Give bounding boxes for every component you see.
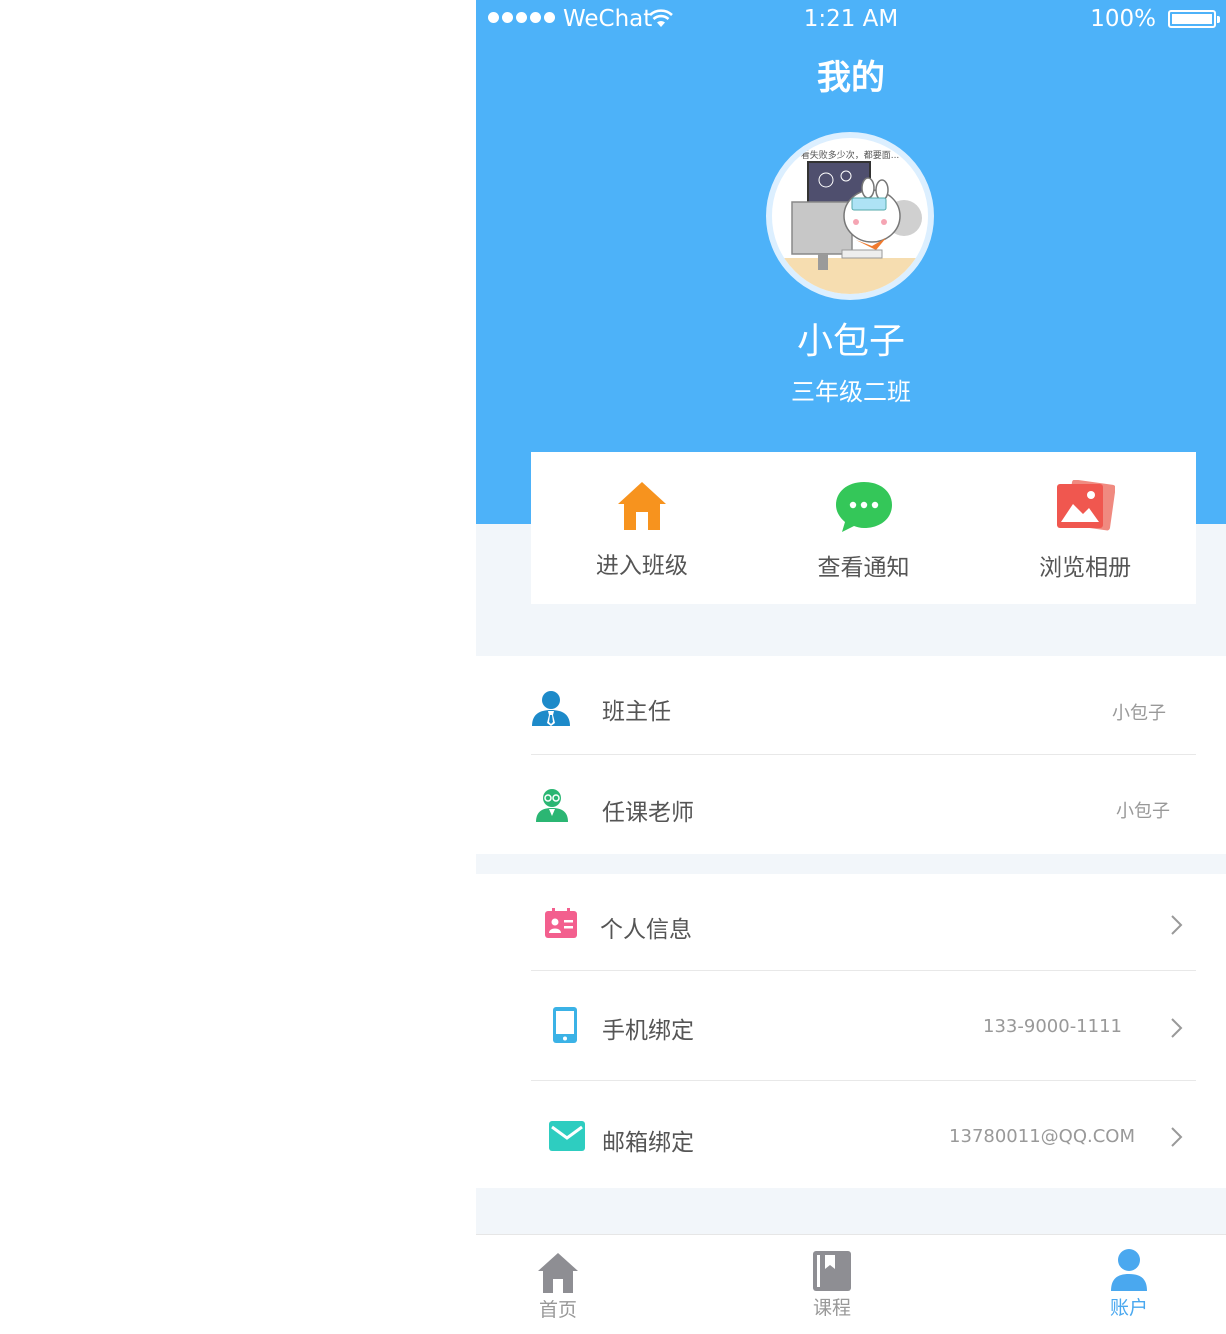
email-address: 13780011@QQ.COM — [949, 1126, 1135, 1147]
class-name: 三年级二班 — [791, 378, 911, 406]
view-notices-button[interactable]: 查看通知 — [753, 452, 975, 604]
head-teacher-label: 班主任 — [602, 699, 671, 725]
tab-account-label: 账户 — [1109, 1297, 1148, 1319]
chevron-right-icon — [1171, 1127, 1183, 1147]
email-binding-row[interactable]: 邮箱绑定 13780011@QQ.COM — [531, 1081, 1196, 1188]
phone-screen: WeChat 1:21 AM 100% 我的 看失败多少次，都要面... 小包子… — [476, 0, 1226, 1334]
person-tie-icon — [532, 691, 570, 726]
tab-account[interactable]: 账户 — [1089, 1235, 1169, 1334]
user-name: 小包子 — [796, 321, 905, 362]
tab-home-label: 首页 — [538, 1299, 577, 1321]
battery-percent: 100% — [1090, 6, 1156, 32]
personal-info-row[interactable]: 个人信息 — [531, 874, 1196, 970]
email-binding-label: 邮箱绑定 — [602, 1130, 694, 1156]
phone-number: 133-9000-1111 — [983, 1016, 1122, 1037]
phone-binding-row[interactable]: 手机绑定 133-9000-1111 — [531, 971, 1196, 1080]
mail-icon — [549, 1121, 585, 1151]
tab-home[interactable]: 首页 — [518, 1235, 598, 1334]
browse-album-label: 浏览相册 — [1039, 555, 1132, 581]
enter-class-label: 进入班级 — [595, 553, 688, 579]
status-bar: WeChat 1:21 AM 100% — [476, 0, 1226, 40]
house-icon — [617, 482, 666, 530]
avatar-cartoon-image: 看失败多少次，都要面... — [772, 138, 928, 294]
tab-courses-label: 课程 — [812, 1297, 851, 1319]
avatar[interactable]: 看失败多少次，都要面... — [766, 132, 934, 300]
account-tab-icon — [1111, 1249, 1147, 1291]
phone-binding-label: 手机绑定 — [602, 1018, 694, 1044]
chevron-right-icon — [1171, 915, 1183, 935]
chevron-right-icon — [1171, 1018, 1183, 1038]
avatar-caption: 看失败多少次，都要面... — [801, 149, 900, 161]
view-notices-label: 查看通知 — [817, 555, 910, 581]
enter-class-button[interactable]: 进入班级 — [531, 452, 753, 604]
chat-bubble-icon — [835, 482, 892, 532]
book-tab-icon — [813, 1251, 851, 1291]
quick-actions-card: 进入班级 查看通知 浏览相册 — [531, 452, 1196, 604]
head-teacher-row[interactable]: 班主任 小包子 — [531, 656, 1196, 754]
head-teacher-value: 小包子 — [1112, 703, 1166, 724]
tab-bar: 首页 课程 账户 — [476, 1234, 1226, 1334]
phone-icon — [553, 1007, 577, 1043]
subject-teacher-label: 任课老师 — [602, 800, 694, 826]
id-card-icon — [545, 908, 577, 938]
photo-album-icon — [1057, 480, 1116, 531]
home-tab-icon — [538, 1253, 578, 1293]
browse-album-button[interactable]: 浏览相册 — [974, 452, 1196, 604]
tab-courses[interactable]: 课程 — [792, 1235, 872, 1334]
page-title: 我的 — [817, 58, 885, 98]
teacher-glasses-icon — [536, 789, 568, 822]
personal-info-label: 个人信息 — [600, 917, 692, 943]
subject-teacher-value: 小包子 — [1116, 801, 1170, 822]
subject-teacher-row[interactable]: 任课老师 小包子 — [531, 755, 1196, 854]
battery-icon — [1168, 10, 1220, 28]
